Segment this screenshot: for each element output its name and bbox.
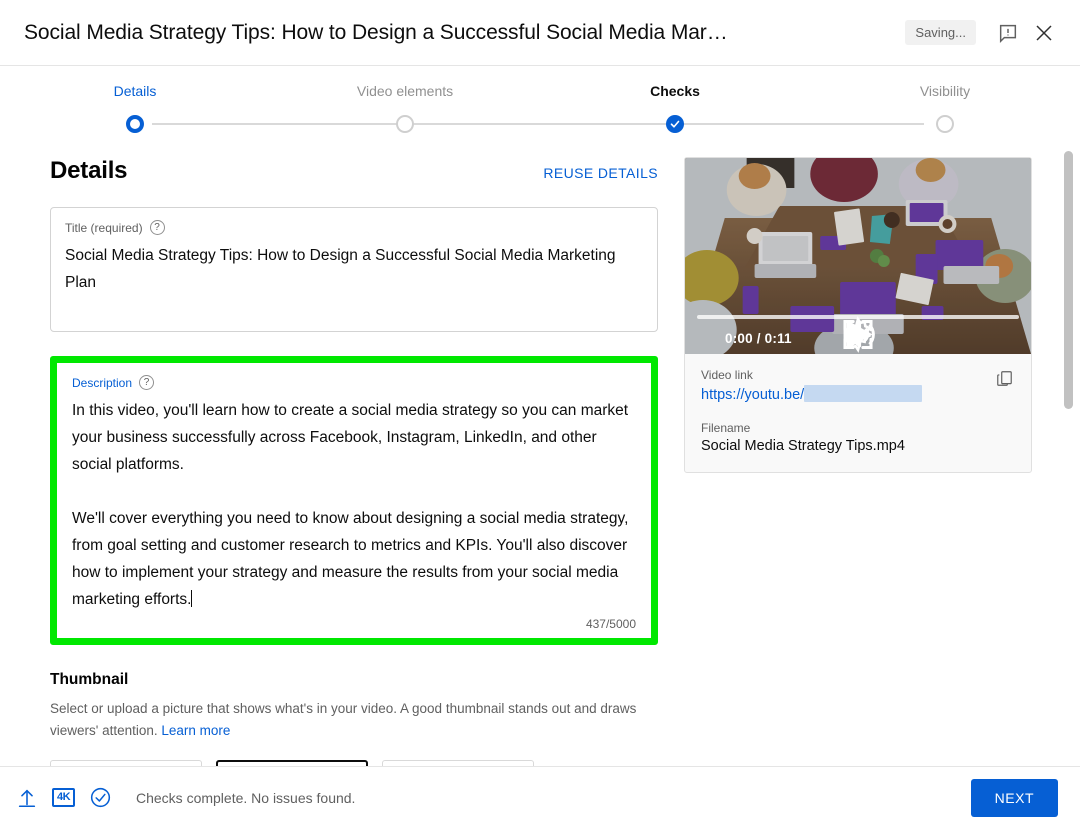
step-dot-visibility[interactable] — [936, 115, 954, 133]
upload-details-dialog: Social Media Strategy Tips: How to Desig… — [0, 0, 1080, 828]
video-controls: 0:00 / 0:11 — [685, 315, 1031, 354]
video-metadata: Video link https://youtu.be/ Filename So… — [685, 354, 1031, 472]
stepper-labels: Details Video elements Checks Visibility — [0, 82, 1080, 100]
dialog-header: Social Media Strategy Tips: How to Desig… — [0, 0, 1080, 66]
dialog-footer: 4K Checks complete. No issues found. NEX… — [0, 766, 1080, 828]
step-dot-details[interactable] — [126, 115, 144, 133]
step-dot-checks[interactable] — [666, 115, 684, 133]
tab-video-elements[interactable]: Video elements — [270, 82, 540, 100]
description-label: Description — [72, 376, 132, 390]
title-field[interactable]: Title (required) ? Social Media Strategy… — [50, 207, 658, 332]
help-circle-icon[interactable]: ? — [139, 375, 154, 390]
text-caret — [191, 590, 192, 607]
video-link-value[interactable]: https://youtu.be/ — [701, 385, 1015, 403]
filename-block: Filename Social Media Strategy Tips.mp4 — [701, 421, 1015, 454]
tab-visibility[interactable]: Visibility — [810, 82, 1080, 100]
next-button[interactable]: NEXT — [971, 779, 1058, 817]
scroll-content: Details REUSE DETAILS Title (required) ?… — [0, 139, 1080, 766]
close-icon — [1032, 21, 1056, 45]
page-title: Social Media Strategy Tips: How to Desig… — [24, 21, 905, 45]
video-link-label: Video link — [701, 368, 1015, 382]
upload-stepper: Details Video elements Checks Visibility — [0, 66, 1080, 139]
description-label-row: Description ? — [72, 375, 636, 390]
close-button[interactable] — [1026, 15, 1062, 51]
upload-icon — [16, 787, 38, 809]
tab-checks[interactable]: Checks — [540, 82, 810, 100]
redacted-video-id — [804, 385, 922, 402]
thumbnail-description-text: Select or upload a picture that shows wh… — [50, 701, 636, 738]
thumbnail-options-row — [50, 760, 658, 766]
stepper-label: Video elements — [357, 83, 453, 99]
copy-link-button[interactable] — [989, 366, 1019, 396]
video-buttons-row: 0:00 / 0:11 — [697, 331, 1019, 346]
thumbnail-option-card[interactable] — [216, 760, 368, 766]
checks-status-text: Checks complete. No issues found. — [136, 790, 957, 806]
help-circle-icon[interactable]: ? — [150, 220, 165, 235]
section-title: Details — [50, 157, 127, 185]
title-label-row: Title (required) ? — [65, 220, 643, 235]
thumbnail-description: Select or upload a picture that shows wh… — [50, 698, 650, 742]
stepper-label: Visibility — [920, 83, 970, 99]
thumbnail-title: Thumbnail — [50, 671, 658, 689]
title-input-value[interactable]: Social Media Strategy Tips: How to Desig… — [65, 242, 643, 296]
video-preview-column: 0:00 / 0:11 — [684, 157, 1032, 766]
scrollbar-thumb[interactable] — [1064, 151, 1073, 409]
character-counter: 437/5000 — [72, 617, 636, 631]
copy-icon — [995, 369, 1014, 393]
stepper-label: Checks — [650, 83, 700, 99]
filename-value: Social Media Strategy Tips.mp4 — [701, 438, 1015, 454]
details-section-header: Details REUSE DETAILS — [50, 157, 658, 185]
description-field[interactable]: Description ? In this video, you'll lear… — [57, 363, 651, 638]
title-label: Title (required) — [65, 221, 143, 235]
stepper-track — [0, 109, 1080, 139]
stepper-dots — [0, 109, 1080, 139]
thumbnail-upload-card[interactable] — [50, 760, 202, 766]
filename-label: Filename — [701, 421, 1015, 435]
feedback-button[interactable] — [990, 15, 1026, 51]
learn-more-link[interactable]: Learn more — [161, 723, 230, 738]
check-circle-icon — [89, 786, 112, 809]
tab-details[interactable]: Details — [0, 82, 270, 100]
scrollbar[interactable] — [1064, 139, 1074, 766]
description-highlight-box: Description ? In this video, you'll lear… — [50, 356, 658, 645]
step-dot-video-elements[interactable] — [396, 115, 414, 133]
status-badge: Saving... — [905, 20, 976, 45]
feedback-bubble-icon — [997, 22, 1019, 44]
stepper-label: Details — [114, 83, 157, 99]
video-link-text: https://youtu.be/ — [701, 387, 804, 403]
video-card: 0:00 / 0:11 — [684, 157, 1032, 473]
thumbnail-section: Thumbnail Select or upload a picture tha… — [50, 671, 658, 766]
thumbnail-option-card[interactable] — [382, 760, 534, 766]
description-input-value[interactable]: In this video, you'll learn how to creat… — [72, 397, 636, 613]
details-column: Details REUSE DETAILS Title (required) ?… — [50, 157, 658, 766]
reuse-details-button[interactable]: REUSE DETAILS — [543, 165, 658, 181]
resolution-badge: 4K — [52, 788, 75, 807]
dialog-body: Details REUSE DETAILS Title (required) ?… — [0, 139, 1080, 766]
video-thumbnail[interactable]: 0:00 / 0:11 — [685, 158, 1031, 354]
description-text: In this video, you'll learn how to creat… — [72, 402, 633, 608]
